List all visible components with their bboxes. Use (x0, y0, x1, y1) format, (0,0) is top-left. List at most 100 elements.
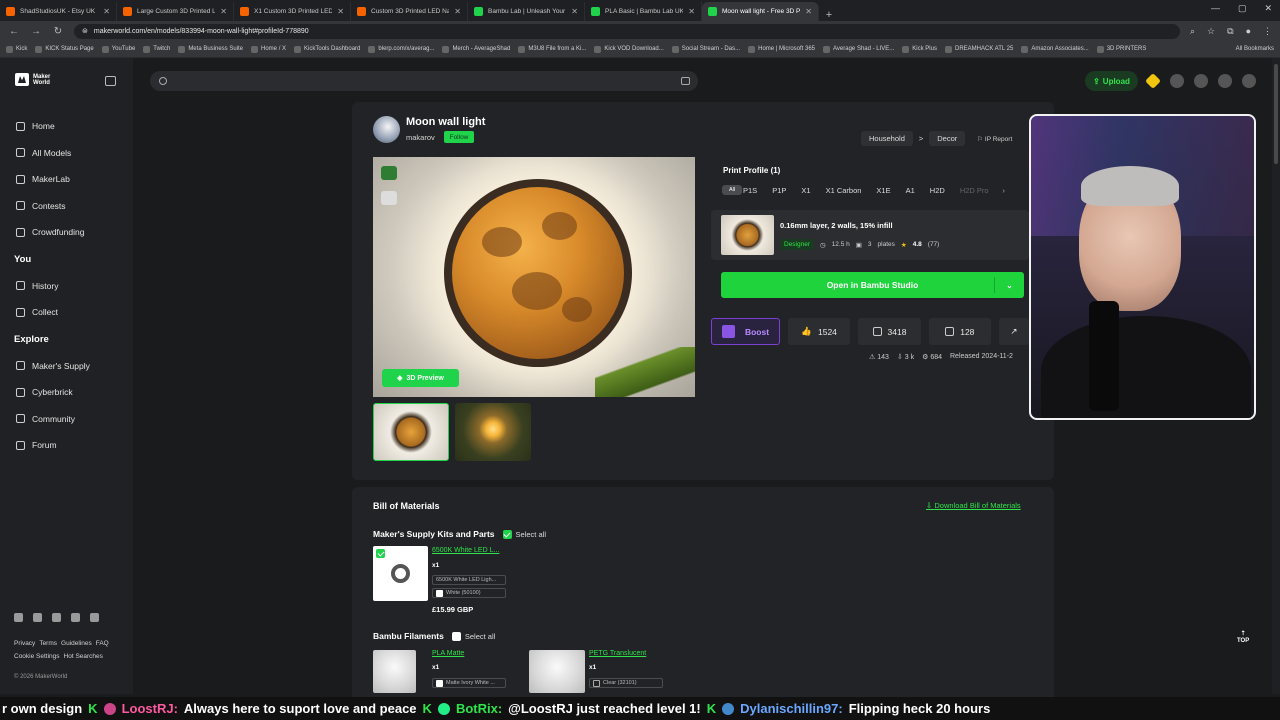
bookmark-item[interactable]: Social Stream - Das... (671, 45, 740, 53)
bookmark-item[interactable]: M3U8 File from a Ki... (518, 45, 586, 53)
filaments-select-all[interactable]: Select all (451, 631, 495, 641)
supply-select-all[interactable]: Select all (502, 529, 546, 539)
x-icon[interactable] (71, 613, 80, 622)
footer-link[interactable]: Privacy (14, 640, 35, 647)
printer-tab[interactable]: A1 (900, 184, 921, 197)
led-kit-link[interactable]: 6500K White LED L... (432, 547, 499, 554)
bookmark-item[interactable]: Meta Business Suite (178, 45, 243, 53)
bookmark-item[interactable]: Home / X (251, 45, 286, 53)
sidebar-item-collect[interactable]: Collect (16, 299, 126, 326)
browser-tab[interactable]: X1 Custom 3D Printed LED Sig ✕ (234, 2, 351, 21)
author-name[interactable]: makarov (406, 133, 435, 142)
printer-tab[interactable]: All (722, 185, 743, 195)
sidebar-item-forum[interactable]: Forum (16, 432, 126, 459)
footer-link[interactable]: Guidelines (61, 640, 92, 647)
back-to-top-button[interactable]: ⇡ TOP (1237, 631, 1249, 645)
led-variant-select[interactable]: 6500K White LED Ligh... (432, 575, 506, 585)
bookmark-item[interactable]: KICK Status Page (35, 45, 94, 53)
tab-close-icon[interactable]: ✕ (454, 7, 461, 16)
site-info-icon[interactable]: ⊜ (82, 27, 88, 35)
follow-button[interactable]: Follow (444, 131, 474, 143)
footer-link[interactable]: Hot Searches (64, 653, 103, 660)
pla-matte-image[interactable] (373, 650, 416, 693)
item-checkbox[interactable] (376, 549, 385, 558)
printer-tab[interactable]: X1 (795, 184, 816, 197)
instagram-icon[interactable] (33, 613, 42, 622)
ar-view-icon[interactable] (381, 166, 397, 180)
sidebar-item-cyberbrick[interactable]: Cyberbrick (16, 379, 126, 406)
notifications-icon[interactable] (1218, 74, 1232, 88)
sidebar-item-makerlab[interactable]: MakerLab (16, 166, 126, 193)
bookmark-item[interactable]: DREAMHACK ATL 25 (944, 45, 1013, 53)
petg-color-select[interactable]: Clear (32101) (589, 678, 663, 688)
tiktok-icon[interactable] (90, 613, 99, 622)
tab-close-icon[interactable]: ✕ (220, 7, 227, 16)
sidebar-item-maker-s-supply[interactable]: Maker's Supply (16, 353, 126, 380)
bookmark-item[interactable]: Amazon Associates... (1021, 45, 1089, 53)
print-profile-row[interactable]: 0.16mm layer, 2 walls, 15% infill Design… (711, 210, 1029, 260)
printer-tab[interactable]: H2D (924, 184, 951, 197)
browser-tab[interactable]: Custom 3D Printed LED Name ✕ (351, 2, 468, 21)
pla-matte-color-select[interactable]: Matte Ivory White ... (432, 678, 506, 688)
printer-tab[interactable]: X1E (870, 184, 896, 197)
forward-icon[interactable]: → (30, 26, 42, 37)
bookmark-item[interactable]: YouTube (101, 45, 135, 53)
bookmark-item[interactable]: 3D PRINTERS (1096, 45, 1146, 53)
checkbox-checked-icon[interactable] (502, 529, 512, 539)
bookmark-star-icon[interactable]: ☆ (1207, 26, 1215, 37)
like-button[interactable]: 👍 1524 (788, 318, 851, 345)
user-avatar[interactable] (1242, 74, 1256, 88)
profile-icon[interactable]: ● (1246, 26, 1251, 37)
new-tab-icon[interactable]: + (819, 9, 839, 21)
petg-translucent-image[interactable] (529, 650, 585, 693)
bookmark-item[interactable]: KickTools Dashboard (294, 45, 360, 53)
maximize-icon[interactable]: ▢ (1238, 3, 1247, 14)
checkbox-unchecked-icon[interactable] (451, 631, 461, 641)
open-in-bambu-studio-button[interactable]: Open in Bambu Studio ⌄ (721, 272, 1024, 298)
collect-button[interactable]: 3418 (858, 318, 921, 345)
search-input[interactable] (150, 71, 698, 91)
sidebar-item-community[interactable]: Community (16, 406, 126, 433)
gallery-thumbnail-2[interactable] (455, 403, 531, 461)
chevron-right-icon[interactable]: › (998, 186, 1010, 195)
browser-tab[interactable]: Large Custom 3D Printed L ✕ (117, 2, 234, 21)
petg-translucent-link[interactable]: PETG Translucent (589, 650, 646, 657)
author-avatar[interactable] (373, 116, 400, 143)
sidebar-item-crowdfunding[interactable]: Crowdfunding (16, 219, 126, 246)
bookmark-item[interactable]: Twitch (143, 45, 170, 53)
points-icon[interactable] (1145, 73, 1161, 89)
bookmark-item[interactable]: Kick Plus (902, 45, 937, 53)
tab-close-icon[interactable]: ✕ (688, 7, 695, 16)
extensions-icon[interactable]: ⧉ (1227, 26, 1233, 37)
gift-icon[interactable] (381, 191, 397, 205)
printer-tab[interactable]: P1P (766, 184, 792, 197)
comment-button[interactable]: 128 (928, 318, 991, 345)
crumb-decor[interactable]: Decor (929, 131, 966, 146)
scrollbar-thumb[interactable] (1274, 64, 1278, 164)
globe-icon[interactable] (1194, 74, 1208, 88)
minimize-icon[interactable]: — (1211, 3, 1220, 14)
browser-tab[interactable]: ShadStudiosUK - Etsy UK ✕ (0, 2, 117, 21)
close-icon[interactable]: ✕ (1264, 3, 1272, 14)
main-model-image[interactable]: ◈ 3D Preview (373, 157, 695, 397)
sidebar-item-all-models[interactable]: All Models (16, 140, 126, 167)
pla-matte-link[interactable]: PLA Matte (432, 650, 464, 657)
sidebar-item-home[interactable]: Home (16, 113, 126, 140)
chevron-down-icon[interactable]: ⌄ (994, 277, 1024, 293)
printer-tab[interactable]: X1 Carbon (820, 184, 868, 197)
tab-close-icon[interactable]: ✕ (337, 7, 344, 16)
browser-tab[interactable]: Bambu Lab | Unleash Your Crea ✕ (468, 2, 585, 21)
back-icon[interactable]: ← (8, 26, 20, 37)
youtube-icon[interactable] (52, 613, 61, 622)
page-scrollbar[interactable] (1272, 58, 1280, 694)
makerworld-logo[interactable]: Maker World (15, 73, 50, 86)
gallery-thumbnail-1[interactable] (373, 403, 449, 461)
footer-link[interactable]: FAQ (96, 640, 109, 647)
footer-link[interactable]: Cookie Settings (14, 653, 60, 660)
menu-icon[interactable]: ⋮ (1263, 26, 1272, 37)
bookmark-item[interactable]: blerp.com/x/averag... (368, 45, 434, 53)
crumb-household[interactable]: Household (861, 131, 913, 146)
share-button[interactable]: ↗ (998, 318, 1029, 345)
reload-icon[interactable]: ↻ (52, 26, 64, 37)
tab-close-icon[interactable]: ✕ (805, 7, 812, 16)
